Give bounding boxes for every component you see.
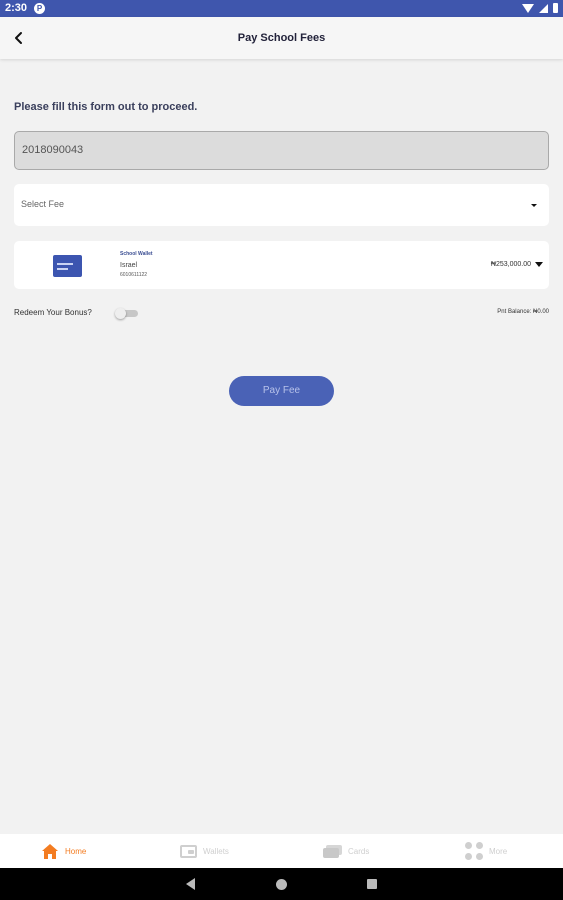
status-bar: 2:30 P [0, 0, 563, 17]
wallet-name: Israel [120, 262, 138, 269]
redeem-bonus-toggle[interactable] [115, 308, 138, 319]
redeem-bonus-label: Redeem Your Bonus? [14, 308, 92, 317]
points-balance: Pnt Balance: ₦0.00 [497, 309, 549, 315]
battery-icon [553, 3, 558, 13]
app-bar: Pay School Fees [0, 17, 563, 59]
wallet-caret-down-icon [535, 262, 543, 267]
nav-item-cards[interactable]: Cards [323, 842, 369, 860]
wallet-number: 6010611122 [120, 272, 148, 278]
status-time: 2:30 [5, 2, 28, 14]
more-icon [465, 842, 483, 860]
signal-icon [539, 3, 548, 13]
wallet-selector[interactable]: School Wallet Israel 6010611122 ₦253,000… [14, 241, 549, 289]
wallet-card-icon [53, 255, 82, 277]
recents-square-icon[interactable] [367, 879, 377, 889]
nav-label-cards: Cards [348, 846, 370, 856]
status-icons [522, 3, 558, 13]
cards-icon [323, 844, 342, 858]
page-title: Pay School Fees [237, 32, 326, 44]
home-circle-icon[interactable] [276, 879, 287, 890]
nav-label-home: Home [65, 846, 87, 856]
wifi-icon [522, 3, 534, 13]
nav-label-more: More [489, 846, 508, 856]
home-icon [42, 843, 58, 859]
fee-select-dropdown[interactable]: Select Fee [14, 184, 549, 226]
student-id-field[interactable]: 2018090043 [14, 131, 549, 170]
app-notification-icon: P [34, 3, 45, 14]
pay-fee-button[interactable]: Pay Fee [229, 376, 334, 406]
nav-label-wallets: Wallets [203, 846, 229, 856]
nav-item-wallets[interactable]: Wallets [180, 842, 229, 860]
bottom-nav: Home Wallets Cards More [0, 834, 563, 868]
system-nav-bar [0, 868, 563, 900]
wallet-icon [180, 844, 197, 858]
fee-select-placeholder: Select Fee [21, 199, 65, 209]
nav-item-more[interactable]: More [465, 842, 507, 860]
back-triangle-icon[interactable] [186, 878, 195, 890]
wallet-title: School Wallet [120, 251, 153, 257]
nav-item-home[interactable]: Home [41, 842, 86, 860]
form-heading: Please fill this form out to proceed. [14, 101, 198, 113]
toggle-thumb [115, 308, 126, 319]
caret-down-icon [531, 204, 537, 207]
wallet-balance: ₦253,000.00 [490, 261, 531, 268]
